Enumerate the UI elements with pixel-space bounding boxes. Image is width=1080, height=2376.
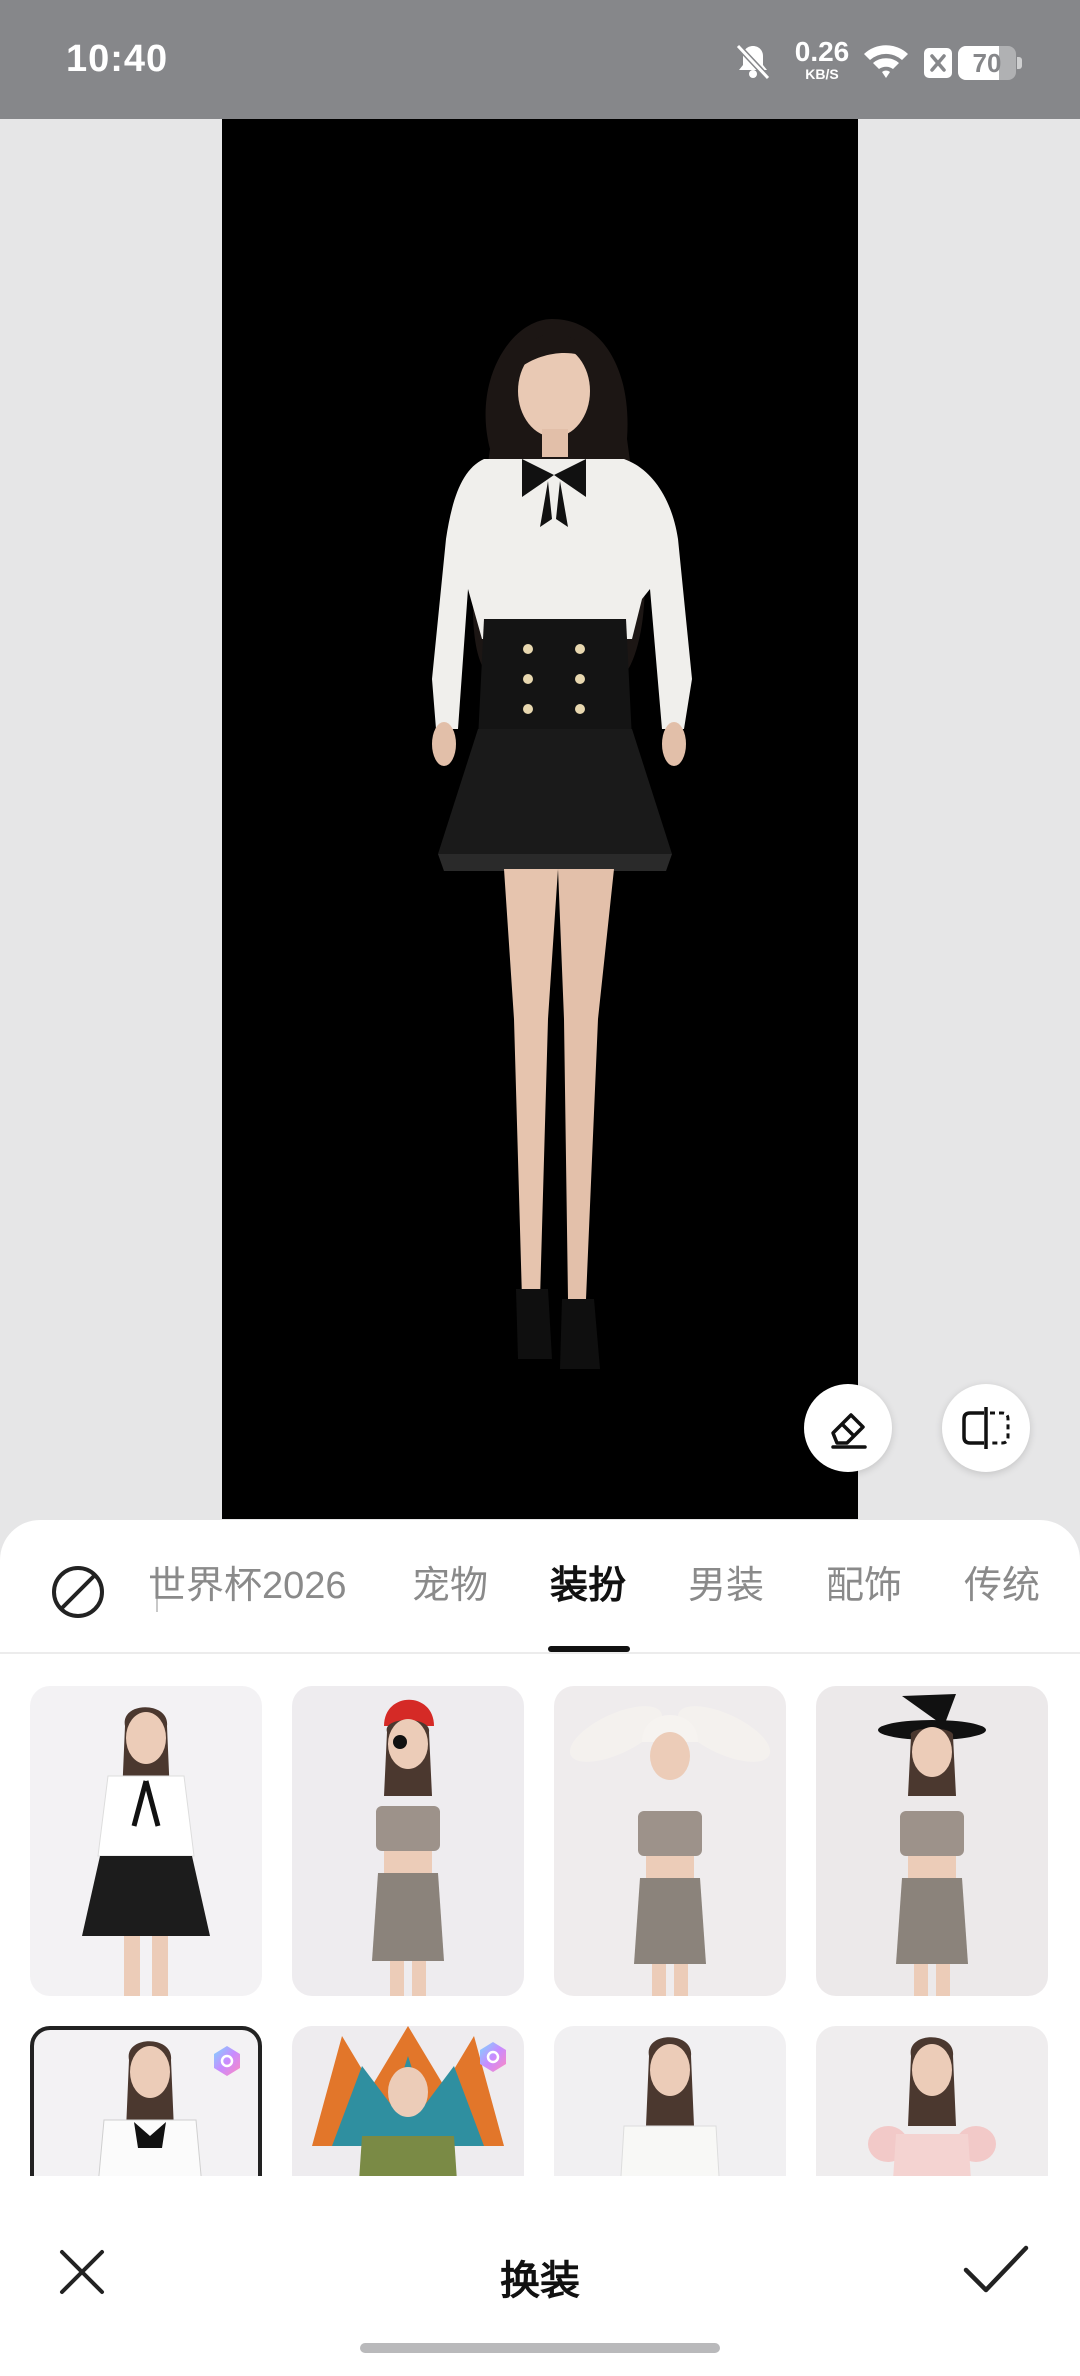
outfit-feather-headdress[interactable]: [292, 2026, 524, 2176]
outfit-preview-image: [878, 1694, 986, 1996]
outfit-preview-image: [372, 1699, 444, 1996]
outfit-white-knit-top[interactable]: [554, 2026, 786, 2176]
tab-traditional[interactable]: 传统: [964, 1556, 1040, 1616]
outfit-bunny-hat[interactable]: [554, 1686, 786, 1996]
home-indicator[interactable]: [360, 2343, 720, 2353]
eraser-icon: [831, 1413, 867, 1449]
check-icon[interactable]: [962, 2242, 1030, 2298]
outfit-preview-image: [82, 1707, 210, 1996]
eraser-button[interactable]: [804, 1384, 892, 1472]
net-speed: 0.26 KB/S: [790, 36, 854, 82]
model-figure: [432, 319, 692, 1369]
result-photo: [222, 119, 858, 1519]
battery-level: 70: [972, 48, 1002, 78]
battery-icon: 70: [958, 46, 1022, 80]
premium-badge-icon: [214, 2046, 240, 2076]
outfit-grid: [0, 1654, 1080, 2176]
outfit-preview-image: [569, 1706, 771, 1996]
outfit-sheet: 世界杯2026 宠物 装扮 男装 配饰 传统 换装: [0, 1520, 1080, 2376]
net-speed-value: 0.26: [794, 36, 850, 67]
sim-disabled-icon: [924, 48, 952, 78]
outfit-pirate-hat[interactable]: [292, 1686, 524, 1996]
preview-area: [0, 119, 1080, 1519]
compare-button[interactable]: [942, 1384, 1030, 1472]
status-time: 10:40: [66, 38, 169, 80]
no-effect-icon[interactable]: [50, 1564, 106, 1620]
outfit-ruffle-blouse-skirt[interactable]: [30, 1686, 262, 1996]
outfit-witch-hat[interactable]: [816, 1686, 1048, 1996]
category-tabs[interactable]: 世界杯2026 宠物 装扮 男装 配饰 传统: [150, 1520, 1080, 1652]
outfit-preview-image: [620, 2037, 720, 2176]
screen-title: 换装: [500, 2259, 580, 2303]
wifi-icon: [864, 45, 908, 78]
bell-off-icon: [735, 43, 771, 81]
tab-world-cup-2026[interactable]: 世界杯2026: [150, 1556, 347, 1616]
tab-dress-up[interactable]: 装扮: [550, 1556, 626, 1616]
outfit-pink-puff-top[interactable]: [816, 2026, 1048, 2176]
premium-badge-icon: [480, 2042, 506, 2072]
active-tab-indicator: [548, 1646, 630, 1652]
tab-pets[interactable]: 宠物: [412, 1556, 488, 1616]
compare-icon: [962, 1407, 1010, 1449]
tab-menswear[interactable]: 男装: [688, 1556, 764, 1616]
outfit-lace-collar-blouse[interactable]: [30, 2026, 262, 2176]
category-tab-bar: 世界杯2026 宠物 装扮 男装 配饰 传统: [0, 1520, 1080, 1654]
outfit-preview-image: [868, 2037, 996, 2176]
status-bar: 10:40 0.26 KB/S 70: [0, 0, 1080, 119]
net-speed-unit: KB/S: [805, 66, 839, 82]
tab-accessories[interactable]: 配饰: [826, 1556, 902, 1616]
